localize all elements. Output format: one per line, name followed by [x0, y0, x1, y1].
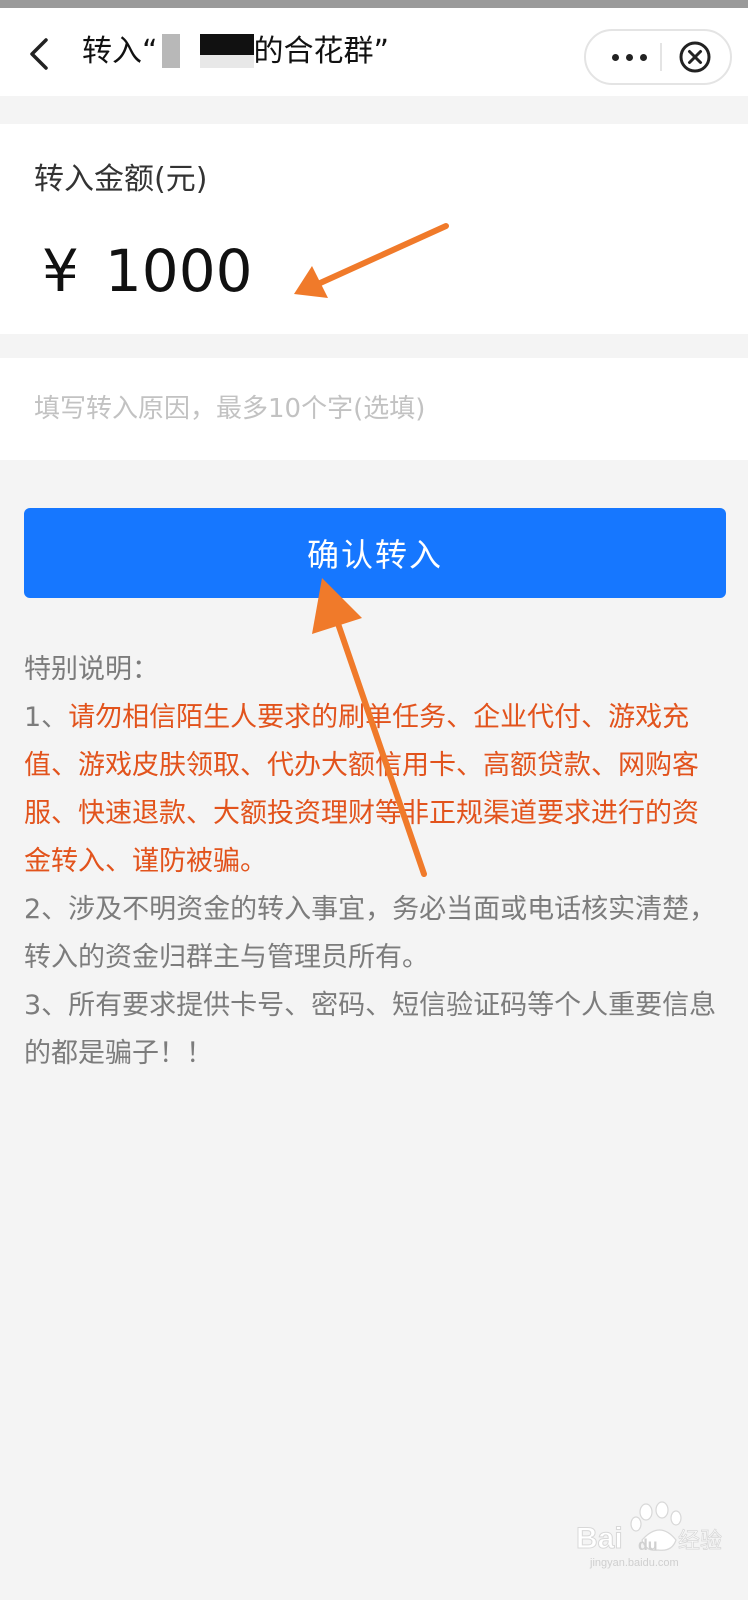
baidu-watermark-logo: Bai du 经验 jingyan.baidu.com: [576, 1501, 722, 1569]
mini-program-capsule: [584, 29, 732, 85]
title-suffix: 的合花群”: [253, 34, 390, 69]
page-title: 转入“ 的合花群”: [82, 30, 389, 74]
note-item-1: 1、请勿相信陌生人要求的刷单任务、企业代付、游戏充值、游戏皮肤领取、代办大额信用…: [24, 694, 724, 886]
redacted-name-block: [161, 33, 180, 68]
svg-text:Bai: Bai: [576, 1522, 623, 1555]
svg-text:du: du: [638, 1537, 658, 1554]
more-icon[interactable]: [610, 45, 650, 69]
special-notes: 特别说明： 1、请勿相信陌生人要求的刷单任务、企业代付、游戏充值、游戏皮肤领取、…: [24, 646, 724, 1078]
amount-value: 1000: [104, 237, 253, 305]
reason-card: [0, 358, 748, 460]
capsule-divider: [660, 43, 662, 71]
note-item-2: 2、涉及不明资金的转入事宜，务必当面或电话核实清楚，转入的资金归群主与管理员所有…: [24, 894, 717, 973]
close-icon[interactable]: [678, 40, 712, 74]
svg-text:经验: 经验: [678, 1529, 722, 1554]
amount-label: 转入金额(元): [34, 162, 208, 197]
note-item-1-prefix: 1、: [24, 702, 69, 733]
currency-symbol: ¥: [42, 237, 79, 305]
amount-card: 转入金额(元) ¥1000: [0, 124, 748, 334]
redaction-gap: [180, 34, 200, 68]
note-item-3: 3、所有要求提供卡号、密码、短信验证码等个人重要信息的都是骗子！！: [24, 990, 717, 1069]
status-bar-strip: [0, 0, 748, 8]
svg-text:jingyan.baidu.com: jingyan.baidu.com: [589, 1557, 679, 1569]
notes-heading: 特别说明：: [24, 654, 159, 685]
title-prefix: 转入“: [82, 34, 158, 69]
confirm-transfer-button[interactable]: 确认转入: [24, 508, 726, 598]
redacted-name-block: [199, 33, 254, 68]
back-icon[interactable]: [24, 34, 56, 74]
note-item-1-warning: 请勿相信陌生人要求的刷单任务、企业代付、游戏充值、游戏皮肤领取、代办大额信用卡、…: [24, 702, 699, 877]
amount-field[interactable]: ¥1000: [42, 236, 253, 306]
reason-input[interactable]: [34, 384, 694, 434]
navigation-bar: 转入“ 的合花群”: [0, 8, 748, 96]
